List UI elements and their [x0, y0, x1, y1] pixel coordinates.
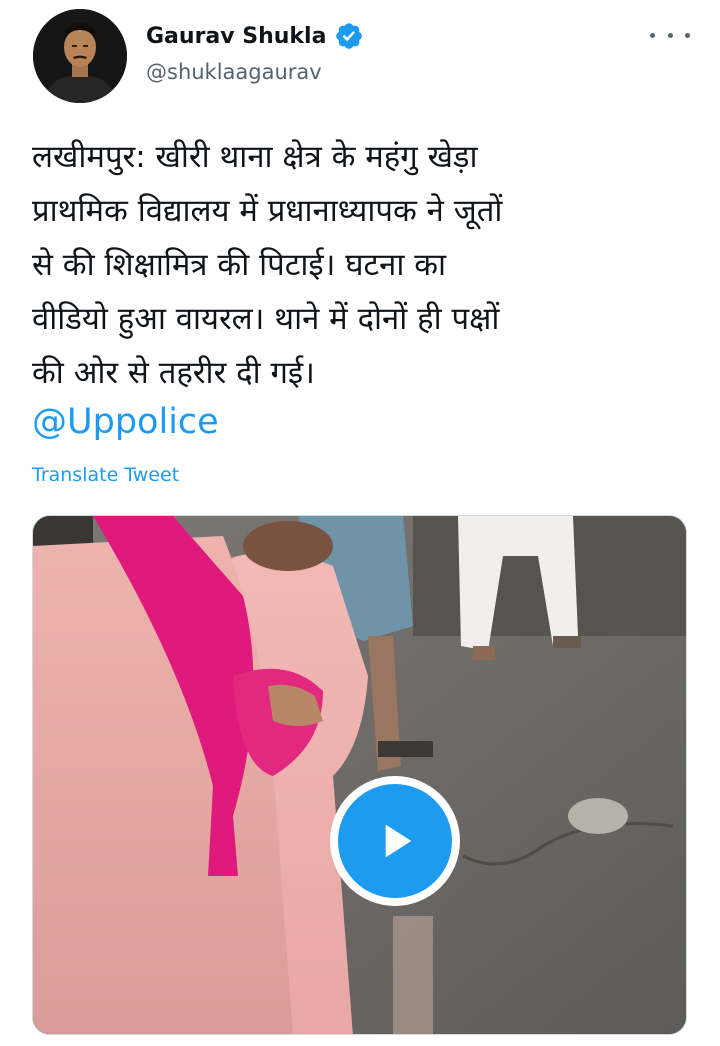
- more-dot: [667, 32, 673, 38]
- translate-tweet-link[interactable]: Translate Tweet: [32, 464, 179, 486]
- avatar[interactable]: [33, 9, 127, 103]
- author-handle[interactable]: @shuklaagaurav: [146, 60, 322, 84]
- more-dot: [650, 32, 655, 38]
- more-options-icon[interactable]: [650, 20, 690, 50]
- verified-badge-icon: [334, 21, 364, 51]
- tweet-text: लखीमपुर: खीरी थाना क्षेत्र के महंगु खेड़…: [32, 139, 503, 391]
- play-icon: [338, 784, 452, 898]
- mention-link[interactable]: @Uppolice: [32, 402, 219, 442]
- author-name-row[interactable]: Gaurav Shukla: [146, 20, 364, 52]
- more-dot: [685, 32, 690, 38]
- play-button[interactable]: [330, 776, 460, 906]
- video-thumbnail[interactable]: [32, 515, 687, 1035]
- author-name[interactable]: Gaurav Shukla: [146, 24, 326, 49]
- tweet: Gaurav Shukla @shuklaagaurav लखीमपुर: खी…: [0, 0, 720, 1046]
